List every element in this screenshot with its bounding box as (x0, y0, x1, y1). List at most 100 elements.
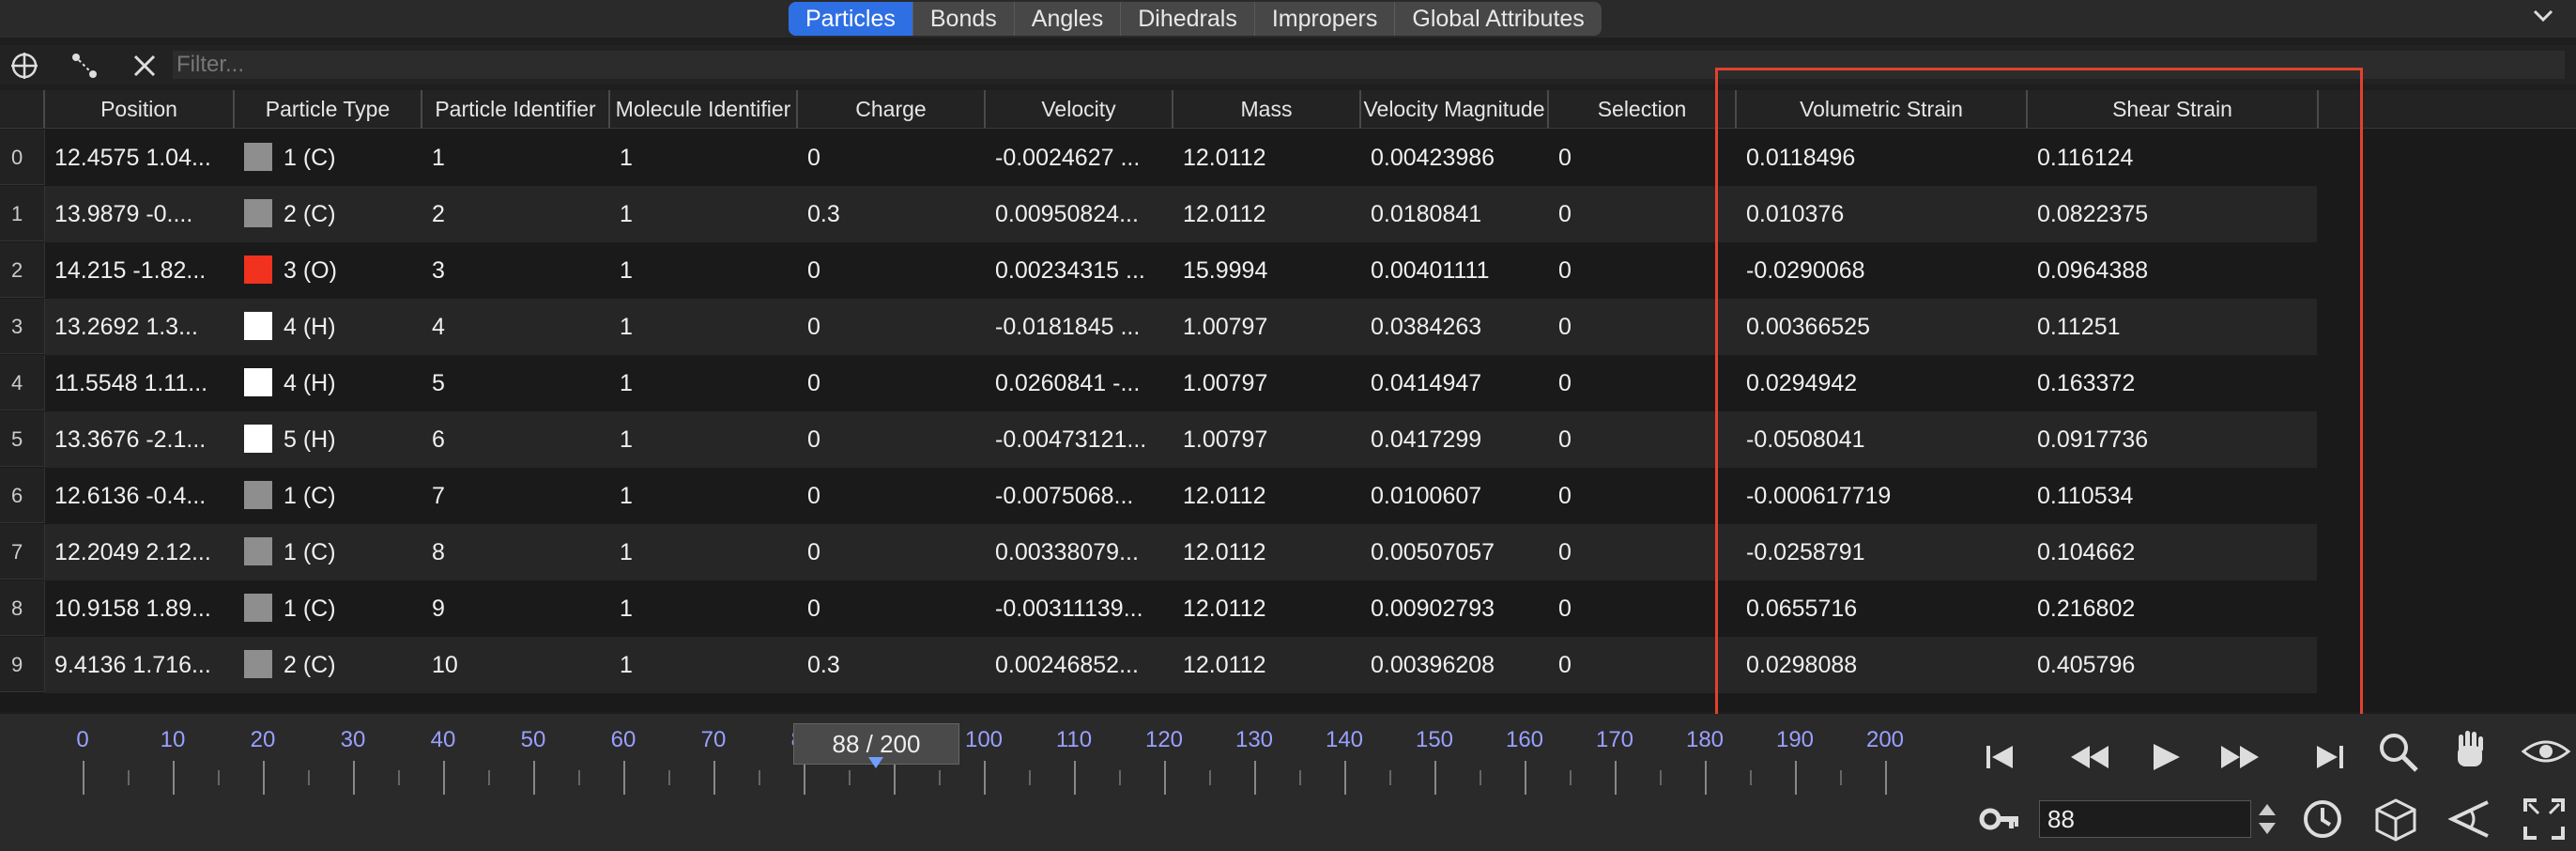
fov-icon[interactable] (2445, 795, 2493, 843)
timeline-minor-tick (1209, 770, 1211, 785)
cell-velocity: 0.0260841 -... (995, 370, 1141, 396)
timeline-tick-label: 200 (1865, 727, 1905, 752)
cell-selection: 0 (1558, 201, 1572, 227)
table-row[interactable]: 13.2692 1.3... 4 (H) 4 1 0 -0.0181845 ... 1.00… (45, 299, 2317, 355)
cell-position: 11.5548 1.11... (54, 370, 208, 396)
row-header[interactable]: 4 (0, 355, 45, 410)
chevron-down-icon[interactable] (2529, 2, 2557, 30)
cell-position: 13.3676 -2.1... (54, 426, 207, 453)
type-color-swatch (244, 199, 272, 228)
cell-particle-type: 1 (C) (235, 524, 422, 580)
timeline-tick (984, 761, 986, 795)
table-row[interactable]: 13.9879 -0.... 2 (C) 2 1 0.3 0.00950824... 12.… (45, 186, 2317, 242)
tab-bonds[interactable]: Bonds (913, 2, 1015, 36)
row-header[interactable]: 0 (0, 130, 45, 185)
key-icon (1979, 808, 2018, 830)
column-header-velocity[interactable]: Velocity (986, 90, 1173, 128)
table-row[interactable]: 14.215 -1.82... 3 (O) 3 1 0 0.00234315 ... 15.… (45, 242, 2317, 299)
cube-view-icon[interactable] (2371, 795, 2420, 843)
timeline-tick (623, 761, 625, 795)
row-header[interactable]: 5 (0, 411, 45, 467)
tab-global-attributes[interactable]: Global Attributes (1395, 2, 1601, 36)
pan-hand-icon[interactable] (2446, 727, 2495, 776)
column-header-shear-strain[interactable]: Shear Strain (2028, 90, 2319, 128)
column-header-mass[interactable]: Mass (1173, 90, 1361, 128)
timeline-tick (713, 761, 715, 795)
timeline-slider[interactable]: 0102030405060708090100110120130140150160… (0, 714, 1953, 851)
cell-velocity-magnitude: 0.00396208 (1371, 652, 1495, 678)
cell-selection: 0 (1558, 257, 1572, 284)
cell-particle-identifier: 10 (432, 652, 458, 678)
timeline-tick-label: 30 (340, 727, 366, 752)
cell-charge: 0 (807, 596, 820, 622)
row-header[interactable]: 1 (0, 186, 45, 241)
column-header-selection[interactable]: Selection (1549, 90, 1737, 128)
tab-angles[interactable]: Angles (1015, 2, 1122, 36)
cell-selection: 0 (1558, 370, 1572, 396)
cell-mass: 1.00797 (1183, 370, 1268, 396)
timeline-tick-label: 40 (430, 727, 456, 752)
row-header[interactable]: 6 (0, 468, 45, 523)
timeline-marker[interactable] (867, 757, 883, 768)
column-header-position[interactable]: Position (45, 90, 235, 128)
jump-to-end-icon[interactable] (2306, 733, 2354, 781)
cell-velocity-magnitude: 0.00423986 (1371, 145, 1495, 171)
crosshair-pick-icon[interactable] (8, 49, 41, 83)
column-header-charge[interactable]: Charge (798, 90, 986, 128)
table-row[interactable]: 12.4575 1.04... 1 (C) 1 1 0 -0.0024627 ... 12.… (45, 130, 2317, 186)
timeline-tick-label: 180 (1685, 727, 1725, 752)
table-row[interactable]: 9.4136 1.716... 2 (C) 10 1 0.3 0.00246852... 1… (45, 637, 2317, 693)
column-header-velocity-magnitude[interactable]: Velocity Magnitude (1361, 90, 1549, 128)
jump-to-start-icon[interactable] (1975, 733, 2024, 781)
particles-table: Position Particle Type Particle Identifier… (0, 90, 2576, 712)
cell-charge: 0 (807, 257, 820, 284)
rewind-icon[interactable] (2065, 733, 2114, 781)
column-header-molecule-identifier[interactable]: Molecule Identifier (610, 90, 798, 128)
table-row[interactable]: 13.3676 -2.1... 5 (H) 6 1 0 -0.00473121... 1.0… (45, 411, 2317, 468)
cell-particle-type: 4 (H) (235, 299, 422, 355)
cell-mass: 12.0112 (1183, 201, 1266, 227)
table-row[interactable]: 12.2049 2.12... 1 (C) 8 1 0 0.00338079... 12.0… (45, 524, 2317, 580)
zoom-icon[interactable] (2373, 727, 2422, 776)
row-header[interactable]: 2 (0, 242, 45, 298)
column-header-particle-type[interactable]: Particle Type (235, 90, 422, 128)
cell-shear-strain: 0.0917736 (2037, 426, 2149, 453)
cell-mass: 12.0112 (1183, 539, 1266, 565)
cell-shear-strain: 0.116124 (2037, 145, 2134, 171)
row-header[interactable]: 3 (0, 299, 45, 354)
zoom-extents-icon[interactable] (2520, 795, 2568, 843)
table-row[interactable]: 12.6136 -0.4... 1 (C) 7 1 0 -0.0075068... 12.0… (45, 468, 2317, 524)
cell-mass: 1.00797 (1183, 426, 1268, 453)
type-label: 3 (O) (284, 257, 337, 284)
tab-impropers[interactable]: Impropers (1255, 2, 1396, 36)
fast-forward-icon[interactable] (2216, 733, 2264, 781)
timeline-minor-tick (308, 770, 310, 785)
eye-icon[interactable] (2520, 727, 2572, 776)
play-icon[interactable] (2140, 733, 2189, 781)
cell-velocity: -0.0075068... (995, 483, 1134, 509)
filter-input[interactable] (173, 51, 2565, 79)
column-header-volumetric-strain[interactable]: Volumetric Strain (1737, 90, 2028, 128)
timeline-tick-label: 110 (1055, 727, 1093, 752)
pick-pair-icon[interactable] (68, 49, 101, 83)
timeline-tick (1254, 761, 1256, 795)
row-header[interactable]: 7 (0, 524, 45, 580)
spinner-arrows-icon[interactable] (2255, 800, 2279, 838)
row-header[interactable]: 8 (0, 580, 45, 636)
row-header[interactable]: 9 (0, 637, 45, 692)
close-icon[interactable] (128, 49, 161, 83)
tab-particles[interactable]: Particles (789, 2, 913, 36)
clock-icon[interactable] (2298, 795, 2347, 843)
timeline-tick-label: 20 (250, 727, 276, 752)
tab-dihedrals[interactable]: Dihedrals (1121, 2, 1255, 36)
timeline-minor-tick (759, 770, 760, 785)
timeline-minor-tick (128, 770, 130, 785)
cell-position: 13.2692 1.3... (54, 314, 198, 340)
type-label: 1 (C) (284, 145, 336, 171)
cell-particle-identifier: 5 (432, 370, 445, 396)
table-row[interactable]: 10.9158 1.89... 1 (C) 9 1 0 -0.00311139... 12.… (45, 580, 2317, 637)
cell-velocity-magnitude: 0.0180841 (1371, 201, 1482, 227)
frame-number-input[interactable] (2039, 800, 2251, 838)
table-row[interactable]: 11.5548 1.11... 4 (H) 5 1 0 0.0260841 -... 1.0… (45, 355, 2317, 411)
column-header-particle-identifier[interactable]: Particle Identifier (422, 90, 610, 128)
